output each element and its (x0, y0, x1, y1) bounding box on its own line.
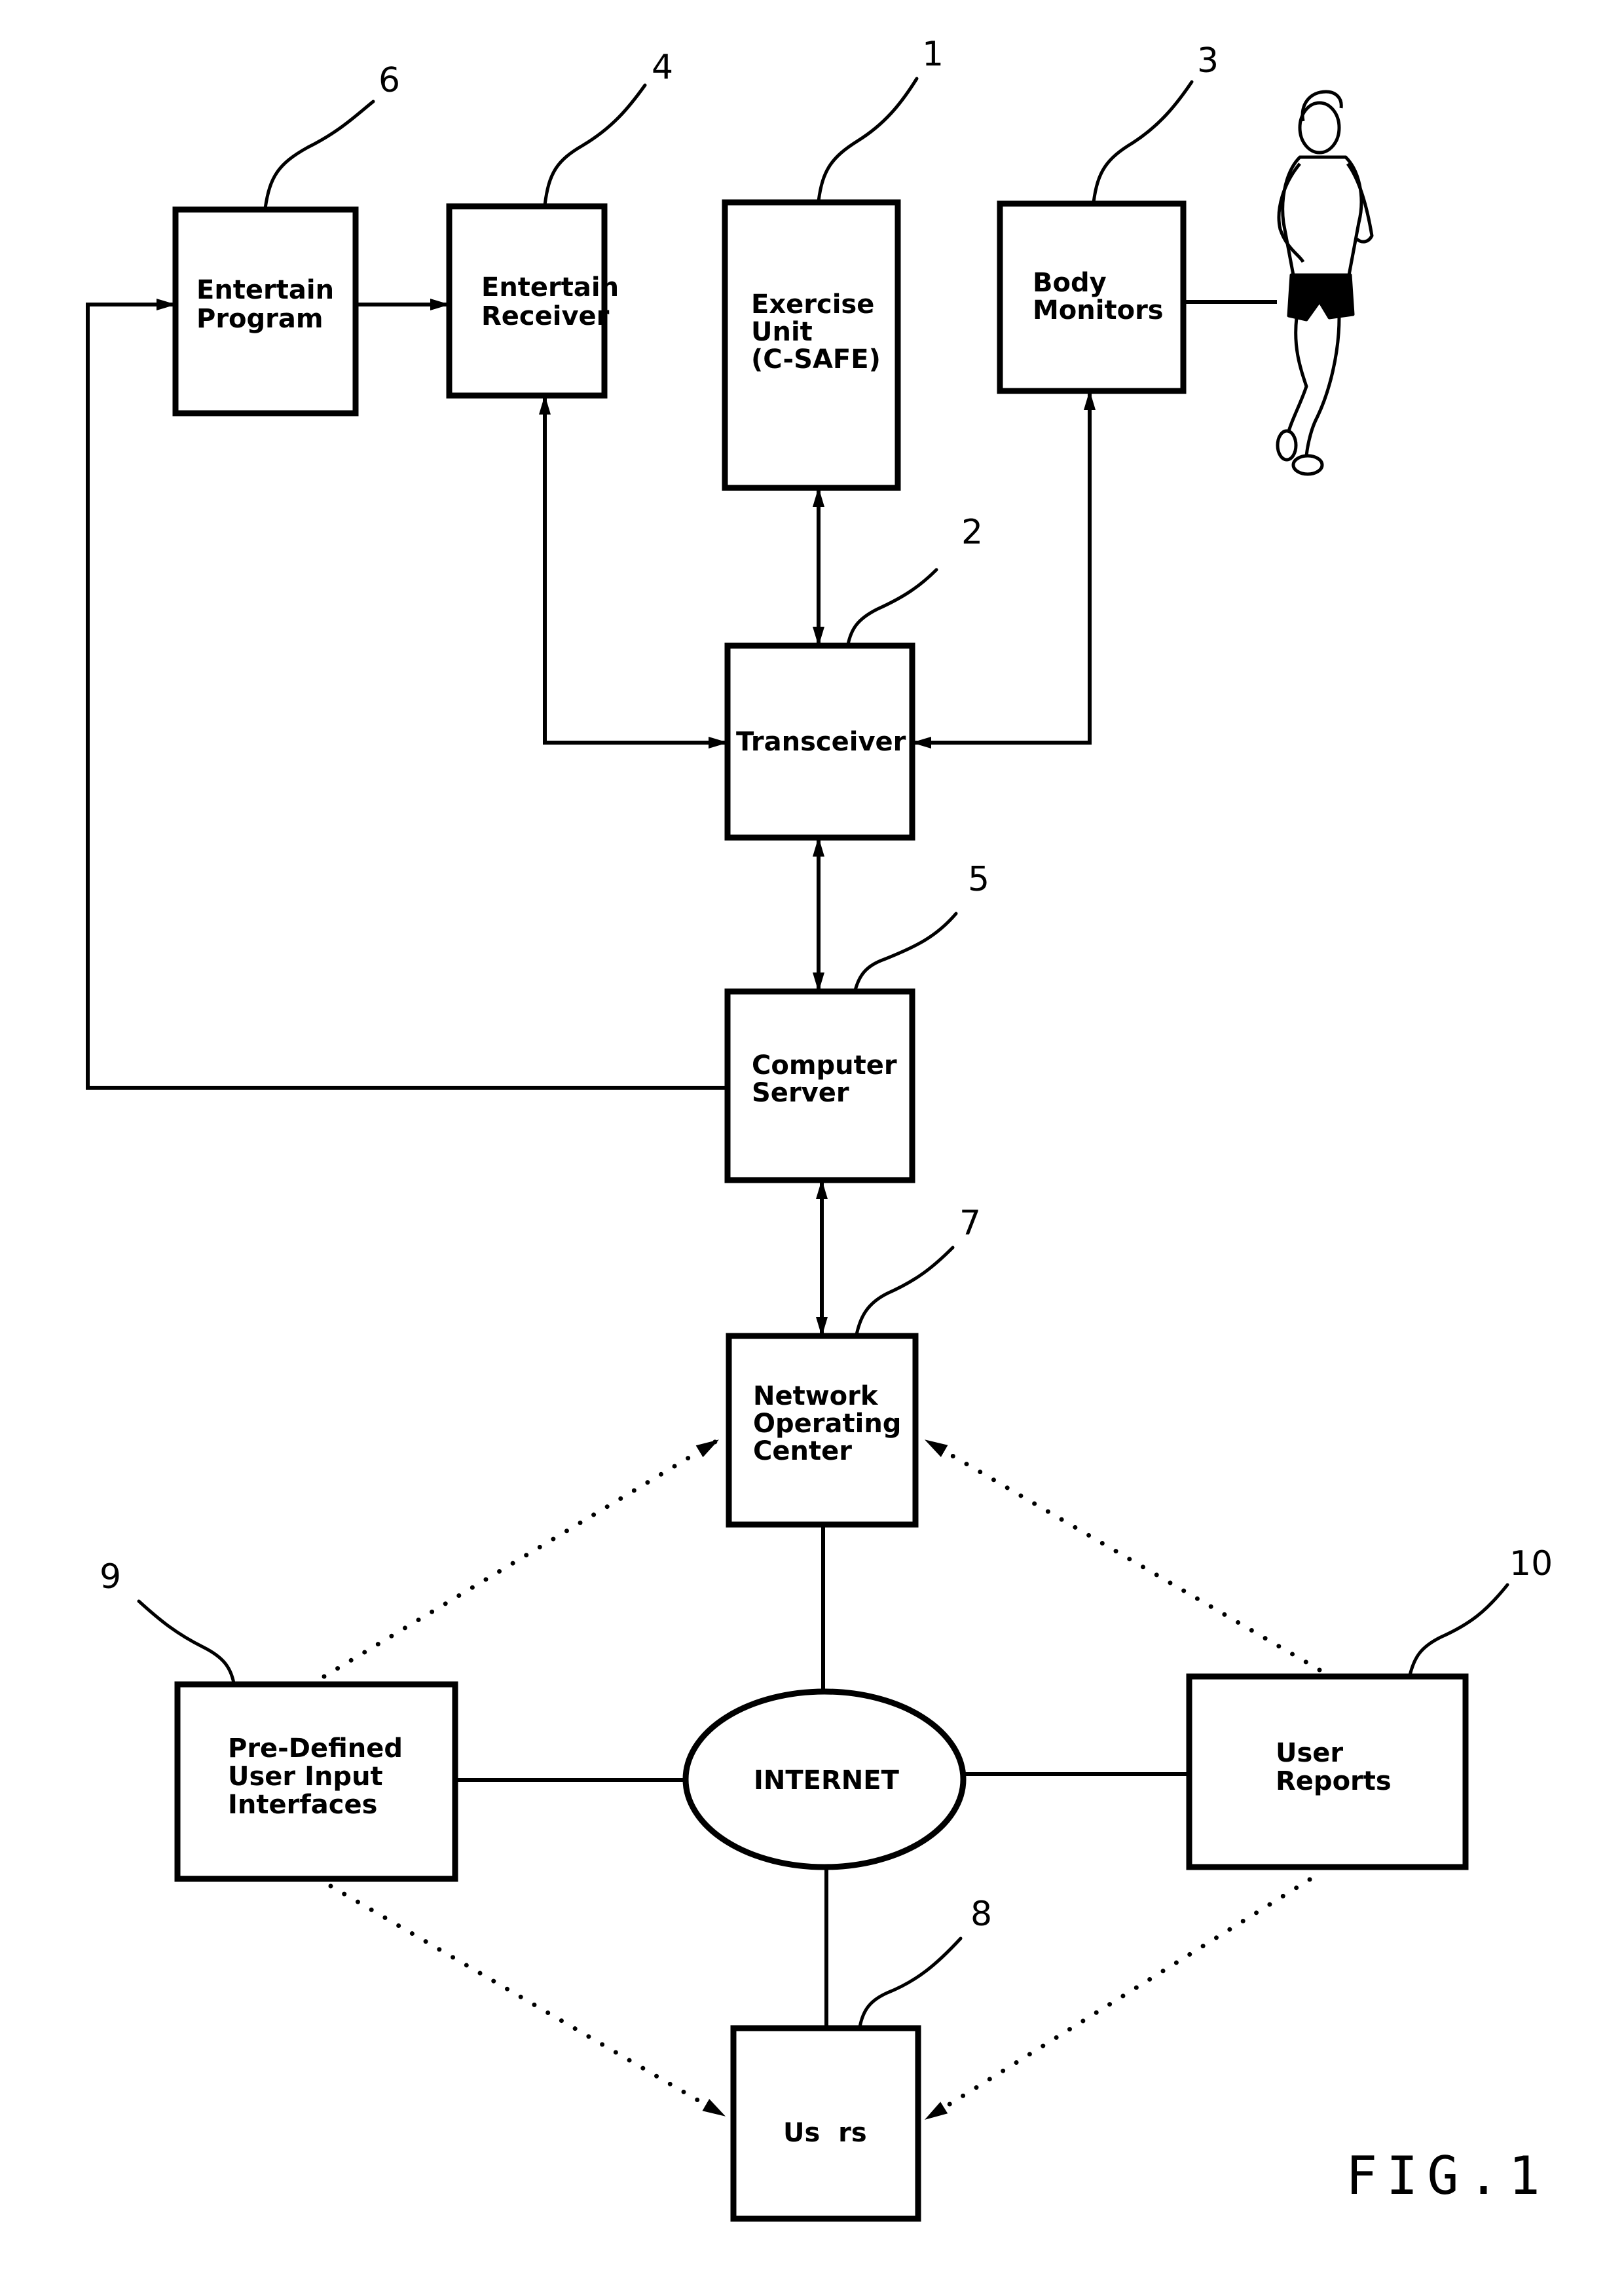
user-reports-block: User Reports 10 (1186, 1544, 1553, 1870)
reports-label-line1: User (1276, 1738, 1343, 1768)
body-monitors-label-line2: Monitors (1033, 295, 1164, 325)
computer-server-label-line2: Server (752, 1078, 849, 1108)
entertain-receiver-block: Entertain Receiver 4 (446, 48, 673, 399)
running-woman-illustration (1276, 90, 1374, 476)
ref-numeral-6: 6 (378, 61, 400, 100)
entertain-receiver-label-line1: Entertain (481, 272, 619, 303)
ref-numeral-3: 3 (1197, 41, 1219, 81)
ref-numeral-1: 1 (922, 35, 944, 74)
runner-shorts (1287, 273, 1355, 322)
ref-numeral-7: 7 (959, 1204, 981, 1243)
figure-label: FIG.1 (1346, 2145, 1549, 2206)
users-label: Us rs (783, 2118, 867, 2148)
transceiver-block: Transceiver 2 (724, 513, 983, 841)
transceiver-label: Transceiver (736, 727, 906, 757)
noc-label-line1: Network (753, 1381, 879, 1411)
runner-left-shoe (1276, 429, 1298, 462)
ref-leader-9 (137, 1599, 236, 1685)
ref-leader-4 (543, 83, 647, 207)
reports-label-line2: Reports (1276, 1766, 1392, 1796)
body-monitors-label-line1: Body (1033, 268, 1107, 298)
transceiver-monitors-arrow (912, 390, 1096, 749)
entertain-program-label-line1: Entertain (196, 275, 334, 305)
exercise-unit-label-line3: (C-SAFE) (751, 344, 881, 375)
users-block: Us rs 8 (730, 1895, 992, 2222)
internet-label: INTERNET (754, 1766, 900, 1796)
ref-leader-5 (853, 912, 958, 992)
ref-numeral-4: 4 (652, 48, 673, 87)
ref-numeral-10: 10 (1509, 1544, 1553, 1583)
entertain-receiver-label-line2: Receiver (481, 301, 610, 331)
computer-server-label-line1: Computer (752, 1050, 897, 1081)
runner-torso (1281, 155, 1363, 277)
ref-leader-6 (263, 100, 375, 210)
ref-numeral-5: 5 (968, 860, 989, 899)
interfaces-label-line2: User Input (228, 1762, 383, 1792)
noc-label-line2: Operating (753, 1409, 901, 1439)
computer-server-block: Computer Server 5 (724, 860, 989, 1183)
patent-diagram: Entertain Program 6 Entertain Receiver 4… (86, 35, 1553, 2222)
ref-numeral-9: 9 (100, 1557, 121, 1597)
ref-leader-2 (846, 568, 938, 646)
entertain-program-block: Entertain Program 6 (172, 61, 400, 417)
body-monitors-block: Body Monitors 3 (997, 41, 1219, 394)
ref-numeral-2: 2 (961, 513, 983, 552)
ref-leader-10 (1408, 1583, 1509, 1677)
ref-leader-3 (1092, 80, 1194, 204)
reports-noc-dotted-link (924, 1438, 1322, 1673)
interfaces-noc-dotted-link (322, 1438, 720, 1679)
exercise-unit-label-line1: Exercise (751, 289, 874, 320)
exercise-unit-label-line2: Unit (751, 317, 813, 347)
runner-left-leg (1285, 317, 1308, 439)
ref-leader-8 (858, 1936, 963, 2029)
interfaces-users-dotted-link (328, 1883, 726, 2118)
user-input-interfaces-block: Pre-Defined User Input Interfaces 9 (100, 1557, 458, 1882)
noc-label-line3: Center (753, 1436, 852, 1466)
runner-head (1298, 101, 1341, 155)
interfaces-label-line1: Pre-Defined (228, 1733, 403, 1764)
transceiver-receiver-arrow (539, 395, 728, 749)
interfaces-label-line3: Interfaces (228, 1790, 377, 1820)
runner-right-shoe (1291, 454, 1324, 476)
exercise-unit-block: Exercise Unit (C-SAFE) 1 (722, 35, 944, 491)
runner-right-leg (1304, 317, 1341, 459)
ref-leader-7 (855, 1246, 955, 1337)
ref-numeral-8: 8 (970, 1895, 992, 1934)
entertain-program-label-line2: Program (196, 304, 323, 334)
network-operating-center-block: Network Operating Center 7 (726, 1204, 981, 1528)
ref-leader-1 (817, 77, 919, 203)
server-to-program-connector (86, 299, 728, 1090)
internet-cloud: INTERNET (682, 1688, 967, 1870)
